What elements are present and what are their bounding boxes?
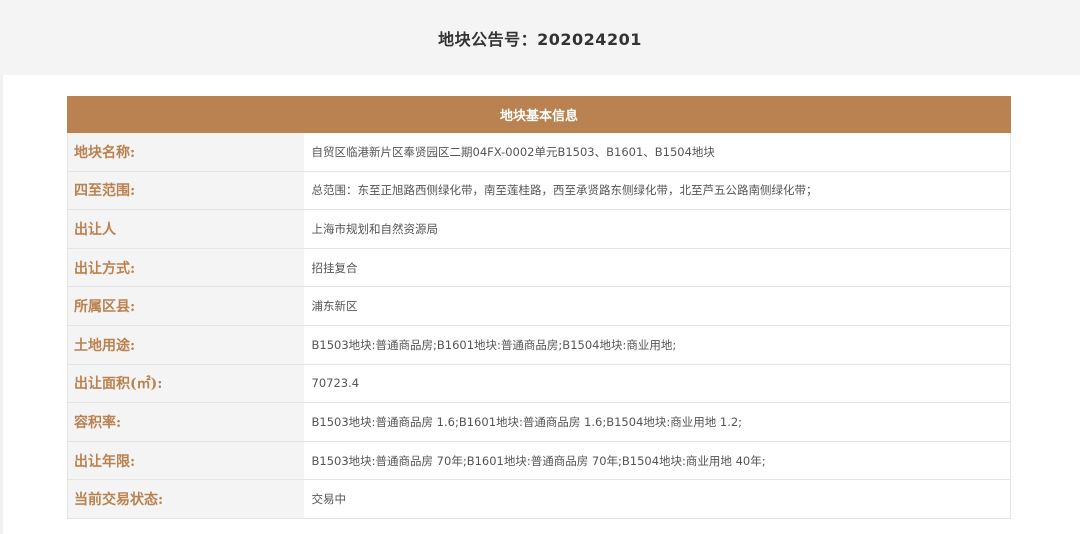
row-boundaries: 四至范围: 总范围：东至正旭路西侧绿化带，南至莲桂路，西至承贤路东侧绿化带，北至… — [67, 170, 1012, 211]
row-label: 所属区县: — [67, 286, 304, 326]
land-info-table: 地块基本信息 地块名称: 自贸区临港新片区奉贤园区二期04FX-0002单元B1… — [66, 96, 1012, 519]
left-divider — [0, 75, 3, 534]
row-label: 地块名称: — [67, 132, 304, 172]
row-label: 容积率: — [67, 402, 304, 442]
row-plot-name: 地块名称: 自贸区临港新片区奉贤园区二期04FX-0002单元B1503、B16… — [67, 132, 1012, 172]
row-transfer-method: 出让方式: 招挂复合 — [67, 247, 1012, 288]
table-heading: 地块基本信息 — [66, 96, 1012, 133]
row-value: 总范围：东至正旭路西侧绿化带，南至莲桂路，西至承贤路东侧绿化带，北至芦五公路南侧… — [303, 170, 1012, 211]
row-area: 出让面积(㎡): 70723.4 — [67, 363, 1012, 404]
row-label: 出让年限: — [67, 440, 304, 481]
table-header-row: 地块基本信息 — [66, 96, 1012, 133]
row-label: 当前交易状态: — [67, 479, 304, 519]
row-value: 70723.4 — [303, 363, 1012, 404]
row-value: B1503地块:普通商品房 70年;B1601地块:普通商品房 70年;B150… — [303, 440, 1012, 481]
row-label: 出让面积(㎡): — [67, 363, 304, 404]
row-trading-status: 当前交易状态: 交易中 — [67, 479, 1012, 519]
notice-number-title: 地块公告号：202024201 — [438, 29, 642, 49]
row-value: B1503地块:普通商品房;B1601地块:普通商品房;B1504地块:商业用地… — [303, 324, 1012, 365]
row-label: 出让方式: — [67, 247, 304, 288]
row-value: 上海市规划和自然资源局 — [303, 209, 1012, 249]
row-value: 自贸区临港新片区奉贤园区二期04FX-0002单元B1503、B1601、B15… — [303, 132, 1012, 172]
row-label: 出让人 — [67, 209, 304, 249]
row-value: 招挂复合 — [303, 247, 1012, 288]
row-land-use: 土地用途: B1503地块:普通商品房;B1601地块:普通商品房;B1504地… — [67, 324, 1012, 365]
row-plot-ratio: 容积率: B1503地块:普通商品房 1.6;B1601地块:普通商品房 1.6… — [67, 402, 1012, 442]
notice-header: 地块公告号：202024201 — [0, 0, 1080, 75]
row-grantor: 出让人 上海市规划和自然资源局 — [67, 209, 1012, 249]
row-label: 土地用途: — [67, 324, 304, 365]
row-value: 浦东新区 — [303, 286, 1012, 326]
land-notice-page: 地块公告号：202024201 地块基本信息 地块名称: 自贸区临港新片区奉贤园… — [0, 0, 1080, 534]
row-district: 所属区县: 浦东新区 — [67, 286, 1012, 326]
row-value: B1503地块:普通商品房 1.6;B1601地块:普通商品房 1.6;B150… — [303, 402, 1012, 442]
row-term: 出让年限: B1503地块:普通商品房 70年;B1601地块:普通商品房 70… — [67, 440, 1012, 481]
row-label: 四至范围: — [67, 170, 304, 211]
row-value: 交易中 — [303, 479, 1012, 519]
